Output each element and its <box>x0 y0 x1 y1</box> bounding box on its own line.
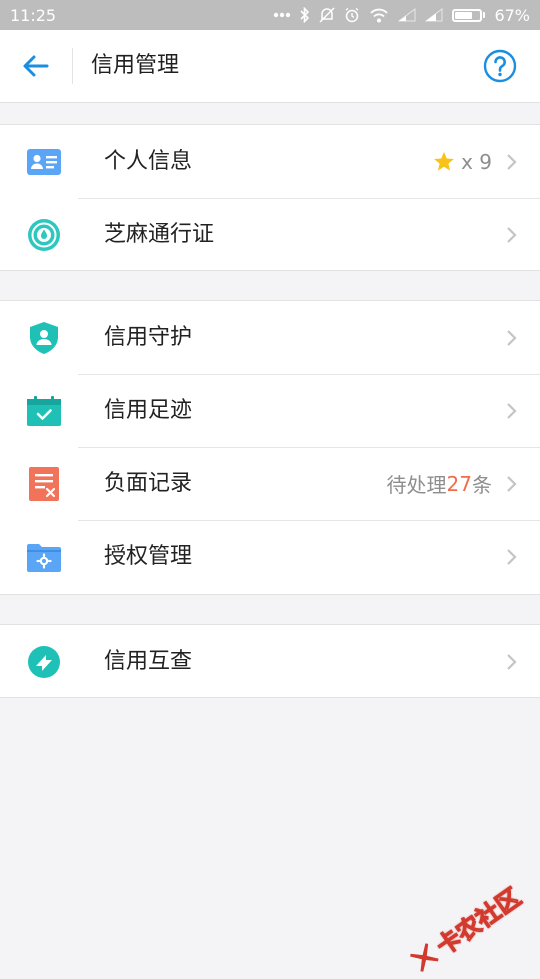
status-time: 11:25 <box>10 5 57 25</box>
back-button[interactable] <box>14 44 58 88</box>
folder-settings-icon <box>27 544 61 572</box>
list-item-label: 授权管理 <box>104 544 193 569</box>
chevron-right-icon <box>507 654 517 670</box>
pending-prefix: 待处理 <box>386 473 447 497</box>
app-bar: 信用管理 <box>0 30 540 103</box>
battery-percent: 67% <box>494 5 530 25</box>
list-item-sesame-passport[interactable]: 芝麻通行证 <box>0 198 540 271</box>
list-item-credit-guard[interactable]: 信用守护 <box>0 301 540 374</box>
header-divider <box>72 48 73 84</box>
alarm-icon <box>346 7 359 23</box>
wifi-icon <box>370 8 389 22</box>
page-title: 信用管理 <box>91 53 180 78</box>
mutual-check-icon <box>28 646 60 678</box>
settings-group-credit: 信用守护 信用足迹 负面记录 待处理 27 条 授权管理 <box>0 300 540 595</box>
list-item-authorization[interactable]: 授权管理 <box>0 520 540 593</box>
signal-icon <box>425 8 443 22</box>
watermark: 卡农社区 <box>403 878 527 979</box>
list-item-label: 芝麻通行证 <box>104 222 215 247</box>
chevron-right-icon <box>507 549 517 565</box>
pending-count: 待处理 27 条 <box>387 447 492 520</box>
chevron-right-icon <box>507 330 517 346</box>
list-item-personal-info[interactable]: 个人信息 x 9 <box>0 125 540 198</box>
negative-record-icon <box>29 467 59 501</box>
list-item-negative-record[interactable]: 负面记录 待处理 27 条 <box>0 447 540 520</box>
calendar-check-icon <box>27 396 61 426</box>
back-arrow-icon <box>23 55 49 77</box>
list-item-value: x 9 <box>433 125 492 198</box>
star-count: x 9 <box>461 149 492 174</box>
list-item-credit-footprint[interactable]: 信用足迹 <box>0 374 540 447</box>
list-item-label: 负面记录 <box>104 471 193 496</box>
list-item-label: 信用守护 <box>104 325 193 350</box>
chevron-right-icon <box>507 154 517 170</box>
pending-number: 27 <box>446 471 472 496</box>
star-icon <box>434 151 454 171</box>
list-item-label: 信用足迹 <box>104 398 193 423</box>
status-bar: 11:25 67% <box>0 0 540 30</box>
pending-suffix: 条 <box>472 473 492 497</box>
help-button[interactable] <box>482 48 518 84</box>
settings-group-personal: 个人信息 x 9 芝麻通行证 <box>0 124 540 271</box>
mute-icon <box>319 7 335 23</box>
bluetooth-icon <box>300 7 310 23</box>
chevron-right-icon <box>507 227 517 243</box>
list-item-label: 个人信息 <box>104 149 193 174</box>
sesame-passport-icon <box>28 219 60 251</box>
signal-icon <box>398 8 416 22</box>
chevron-right-icon <box>507 476 517 492</box>
id-card-icon <box>27 149 61 175</box>
shield-user-icon <box>30 322 58 354</box>
list-item-label: 信用互查 <box>104 649 193 674</box>
chevron-right-icon <box>507 403 517 419</box>
list-item-mutual-check[interactable]: 信用互查 <box>0 625 540 698</box>
more-dots-icon <box>274 12 291 18</box>
watermark-text: 卡农社区 <box>431 882 527 961</box>
battery-icon <box>452 8 486 22</box>
settings-group-mutual: 信用互查 <box>0 624 540 698</box>
help-icon <box>483 49 517 83</box>
